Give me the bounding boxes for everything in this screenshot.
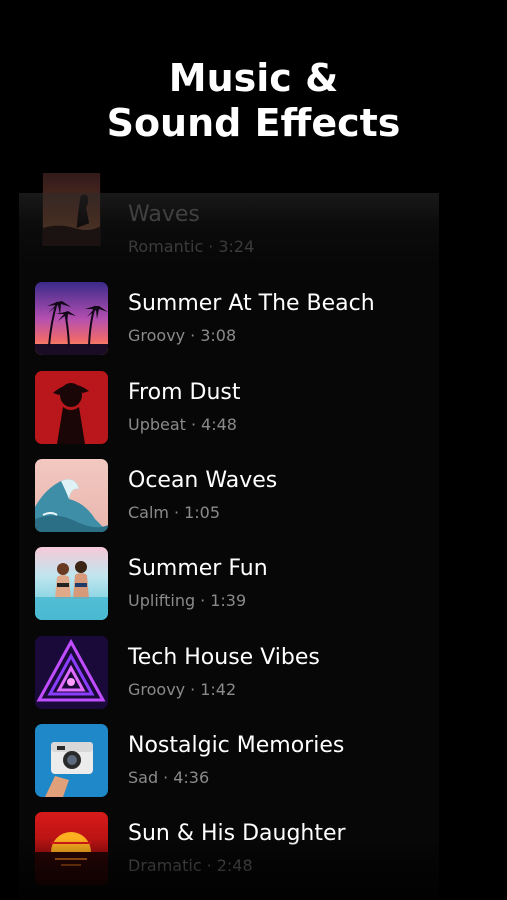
track-title: Nostalgic Memories bbox=[128, 733, 345, 758]
meta-separator: · bbox=[163, 768, 169, 787]
track-meta: Sad · 4:36 bbox=[128, 768, 209, 788]
track-meta: Groovy · 1:42 bbox=[128, 680, 236, 700]
track-duration: 1:05 bbox=[184, 503, 221, 522]
track-duration: 4:36 bbox=[173, 768, 210, 787]
track-title: Sun & His Daughter bbox=[128, 821, 346, 846]
track-duration: 1:42 bbox=[200, 680, 237, 699]
track-duration: 3:24 bbox=[218, 237, 255, 256]
track-genre: Uplifting bbox=[128, 591, 196, 610]
page-title-line-2: Sound Effects bbox=[106, 101, 401, 145]
ocean-wave-art-icon bbox=[35, 459, 108, 532]
track-genre: Groovy bbox=[128, 680, 186, 699]
track-title: Tech House Vibes bbox=[128, 645, 320, 670]
track-meta: Uplifting · 1:39 bbox=[128, 591, 246, 611]
track-row-waves[interactable]: Waves Romantic · 3:24 bbox=[35, 173, 455, 267]
instant-camera-art-icon bbox=[35, 724, 108, 797]
track-row-tech-house-vibes[interactable]: Tech House Vibes Groovy · 1:42 bbox=[35, 636, 455, 710]
track-row-sun-and-his-daughter[interactable]: Sun & His Daughter Dramatic · 2:48 bbox=[35, 812, 455, 886]
music-screen: Music & Sound Effects Waves Romantic · 3… bbox=[0, 0, 507, 900]
track-genre: Upbeat bbox=[128, 415, 186, 434]
meta-separator: · bbox=[190, 326, 196, 345]
palm-trees-sunset-art-icon bbox=[35, 282, 108, 355]
track-title: From Dust bbox=[128, 380, 241, 405]
red-silhouette-art-icon bbox=[35, 371, 108, 444]
track-genre: Romantic bbox=[128, 237, 204, 256]
page-title: Music & Sound Effects bbox=[0, 56, 507, 146]
track-row-summer-at-the-beach[interactable]: Summer At The Beach Groovy · 3:08 bbox=[35, 282, 455, 356]
track-genre: Calm bbox=[128, 503, 170, 522]
page-title-line-1: Music & bbox=[168, 56, 339, 100]
neon-triangle-art-icon bbox=[35, 636, 108, 709]
track-title: Summer At The Beach bbox=[128, 291, 375, 316]
track-title: Ocean Waves bbox=[128, 468, 278, 493]
meta-separator: · bbox=[208, 237, 214, 256]
meta-separator: · bbox=[206, 856, 212, 875]
track-duration: 3:08 bbox=[200, 326, 237, 345]
track-meta: Groovy · 3:08 bbox=[128, 326, 236, 346]
track-genre: Sad bbox=[128, 768, 159, 787]
beach-friends-art-icon bbox=[35, 547, 108, 620]
track-duration: 4:48 bbox=[201, 415, 237, 434]
meta-separator: · bbox=[200, 591, 206, 610]
setting-sun-art-icon bbox=[35, 812, 108, 885]
track-meta: Dramatic · 2:48 bbox=[128, 856, 253, 876]
track-duration: 1:39 bbox=[210, 591, 247, 610]
track-meta: Upbeat · 4:48 bbox=[128, 415, 237, 435]
track-title: Summer Fun bbox=[128, 556, 268, 581]
track-meta: Romantic · 3:24 bbox=[128, 237, 254, 257]
track-genre: Dramatic bbox=[128, 856, 202, 875]
meta-separator: · bbox=[190, 415, 197, 434]
track-row-from-dust[interactable]: From Dust Upbeat · 4:48 bbox=[35, 371, 455, 445]
track-title: Waves bbox=[128, 202, 200, 227]
meta-separator: · bbox=[190, 680, 196, 699]
sunset-silhouette-art-icon bbox=[35, 173, 108, 246]
track-row-summer-fun[interactable]: Summer Fun Uplifting · 1:39 bbox=[35, 547, 455, 621]
track-duration: 2:48 bbox=[216, 856, 253, 875]
track-row-ocean-waves[interactable]: Ocean Waves Calm · 1:05 bbox=[35, 459, 455, 533]
track-meta: Calm · 1:05 bbox=[128, 503, 220, 523]
track-row-nostalgic-memories[interactable]: Nostalgic Memories Sad · 4:36 bbox=[35, 724, 455, 798]
track-genre: Groovy bbox=[128, 326, 186, 345]
meta-separator: · bbox=[174, 503, 180, 522]
